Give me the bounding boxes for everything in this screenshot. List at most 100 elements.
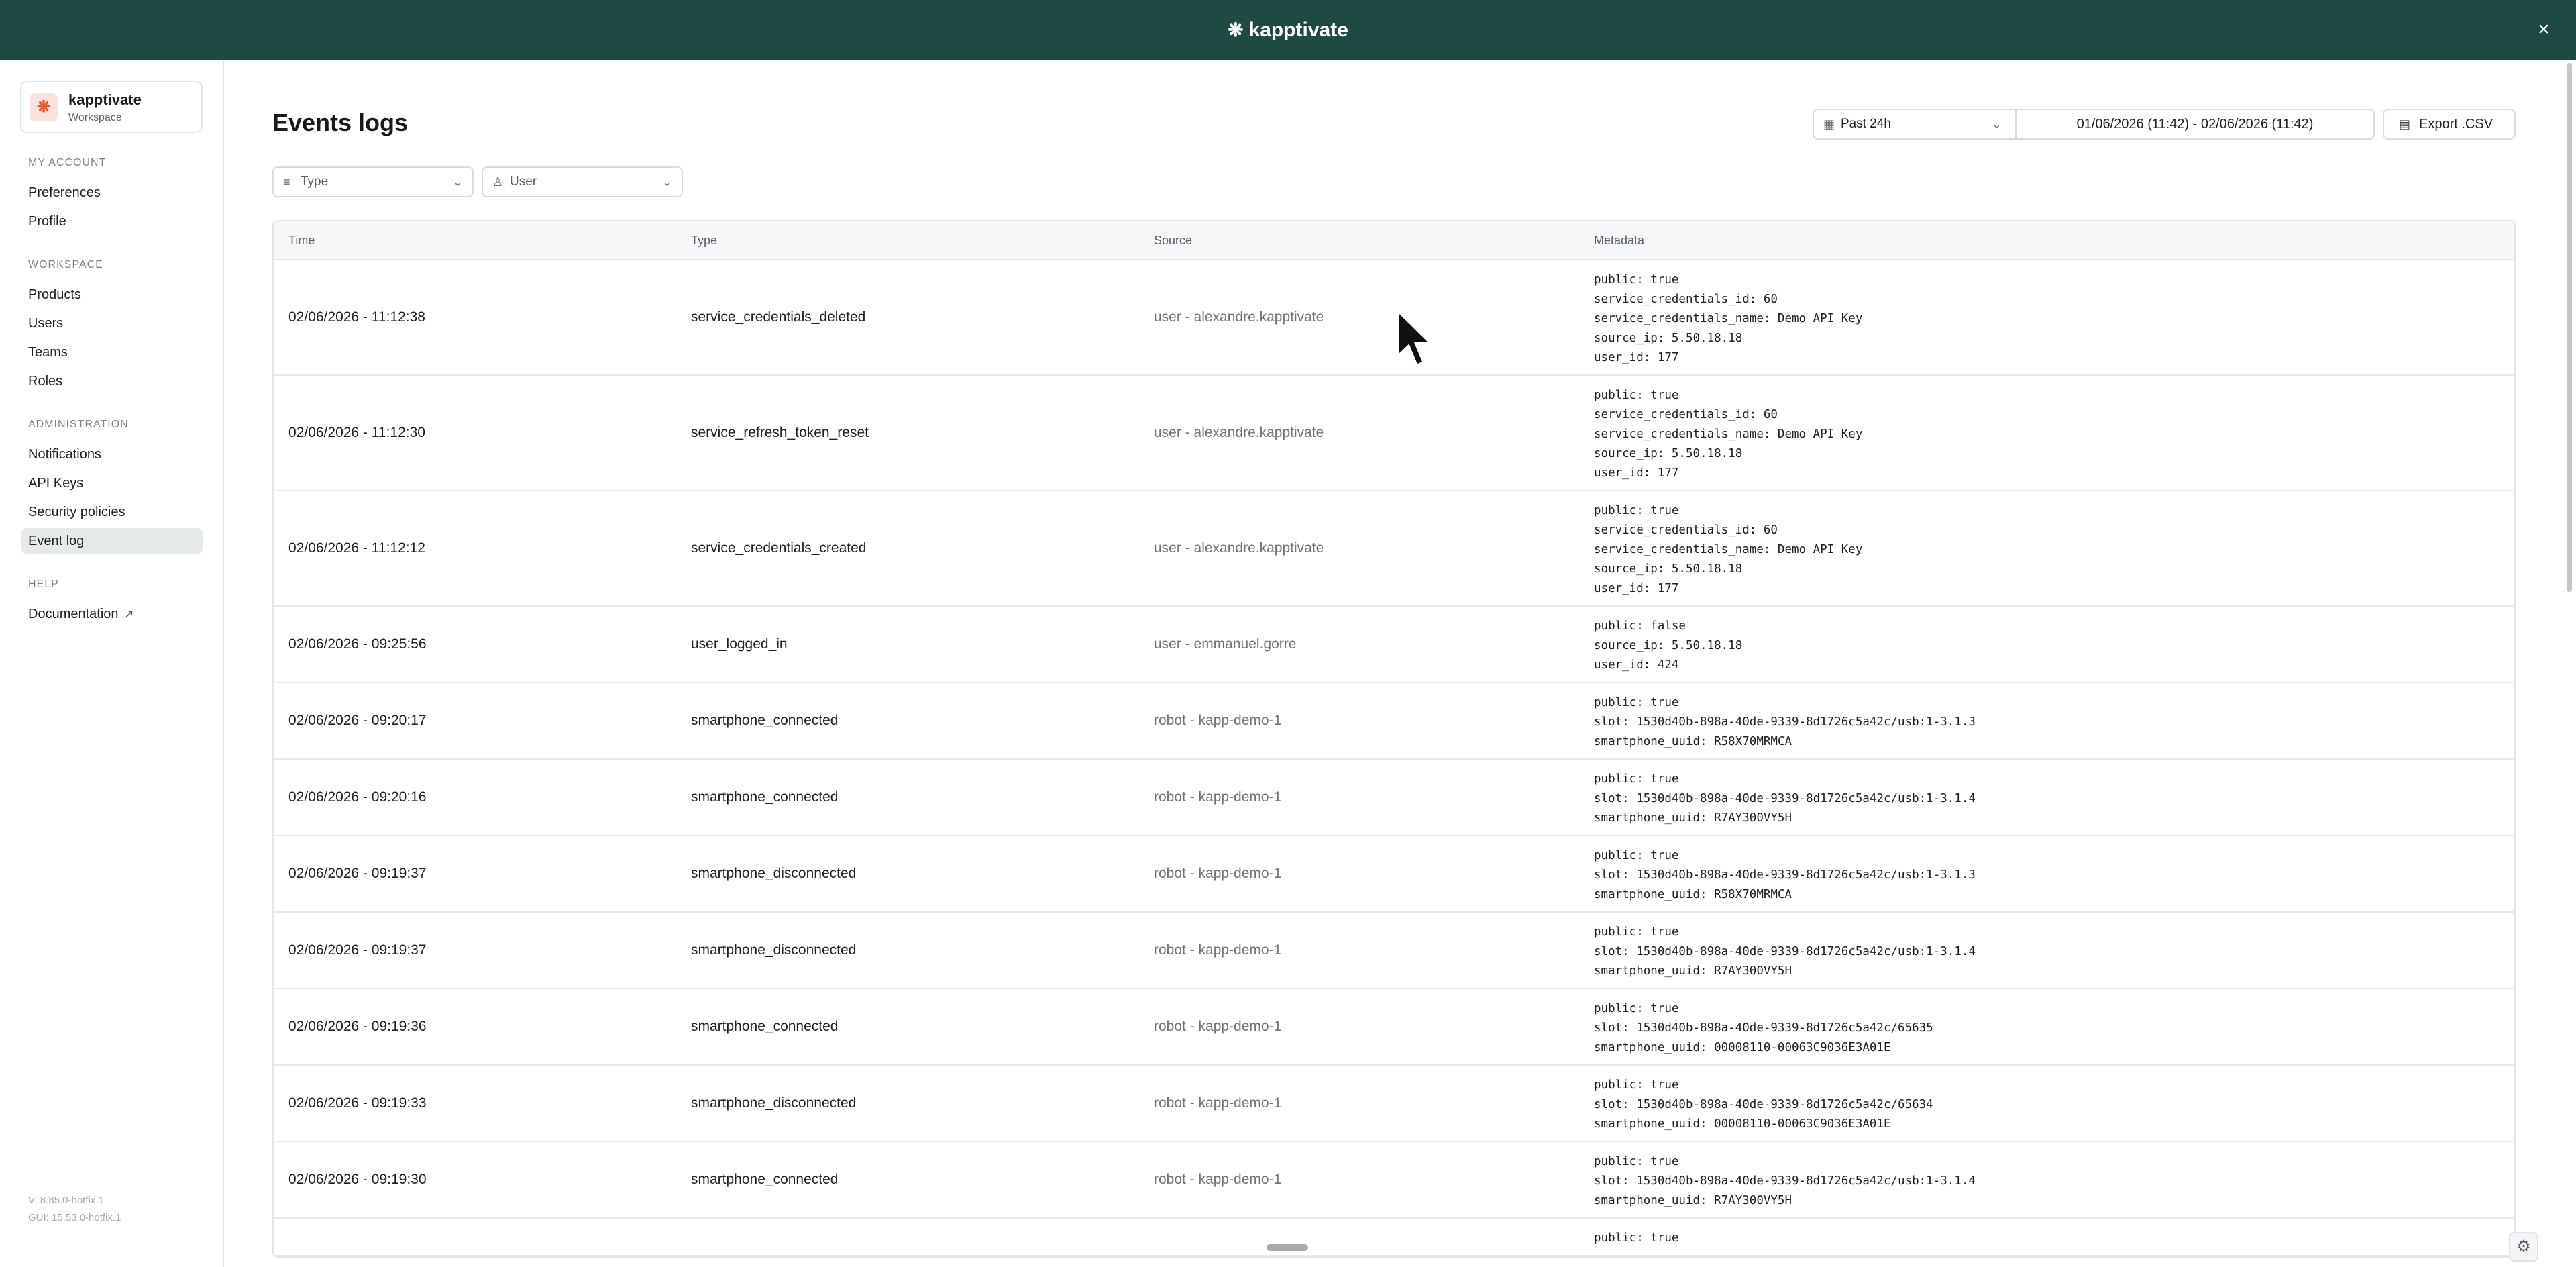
metadata-line: service_credentials_name: Demo API Key [1594, 312, 1863, 325]
range-preset-select[interactable]: ▦ Past 24h ⌄ [1813, 109, 2015, 140]
user-filter[interactable]: ♙ User ⌄ [482, 166, 683, 197]
column-header-type[interactable]: Type [691, 221, 717, 259]
table-body: 02/06/2026 - 11:12:38 service_credentials… [274, 260, 2514, 1256]
export-csv-button[interactable]: ▤ Export .CSV [2383, 109, 2516, 140]
sidebar-item-teams[interactable]: Teams [21, 340, 203, 365]
metadata-line: slot: 1530d40b-898a-40de-9339-8d1726c5a4… [1594, 1098, 1933, 1111]
table-row[interactable]: 02/06/2026 - 09:25:56 user_logged_in user … [274, 607, 2514, 683]
page-title: Events logs [272, 109, 409, 136]
table-row[interactable]: 02/06/2026 - 09:19:37 smartphone_disconne… [274, 913, 2514, 989]
event-source: robot - kapp-demo-1 [1154, 713, 1282, 728]
event-time: 02/06/2026 - 09:19:37 [288, 866, 427, 881]
event-time: 02/06/2026 - 11:12:12 [288, 540, 425, 556]
event-time: 02/06/2026 - 11:12:30 [288, 425, 425, 440]
filter-icon: ≡ [283, 175, 290, 189]
type-filter[interactable]: ≡ Type ⌄ [272, 166, 474, 197]
event-type: user_logged_in [691, 636, 788, 652]
metadata-line: public: true [1594, 849, 1679, 862]
event-time: 02/06/2026 - 09:19:36 [288, 1019, 427, 1034]
event-type: smartphone_connected [691, 713, 839, 728]
metadata-line: source_ip: 5.50.18.18 [1594, 562, 1743, 576]
top-bar: ❋ kapptivate × [0, 0, 2576, 60]
event-time: 02/06/2026 - 11:12:38 [288, 309, 425, 325]
metadata-line: service_credentials_name: Demo API Key [1594, 427, 1863, 441]
type-filter-placeholder: Type [301, 174, 329, 189]
file-icon: ▤ [2399, 117, 2411, 131]
column-header-time[interactable]: Time [288, 221, 315, 259]
user-icon: ♙ [492, 175, 504, 189]
column-header-metadata[interactable]: Metadata [1594, 221, 1644, 259]
event-type: smartphone_connected [691, 1172, 839, 1187]
table-row[interactable]: 02/06/2026 - 09:19:30 smartphone_connecte… [274, 1142, 2514, 1219]
close-icon: × [2538, 18, 2550, 40]
section-workspace: WORKSPACE [28, 259, 103, 270]
metadata-line: smartphone_uuid: R58X70MRMCA [1594, 735, 1792, 748]
table-row[interactable]: 02/06/2026 - 09:19:36 smartphone_connecte… [274, 989, 2514, 1066]
metadata-line: source_ip: 5.50.18.18 [1594, 332, 1743, 345]
settings-button[interactable]: ⚙ [2509, 1232, 2538, 1262]
event-type: smartphone_disconnected [691, 1095, 857, 1111]
metadata-line: slot: 1530d40b-898a-40de-9339-8d1726c5a4… [1594, 792, 1976, 805]
event-metadata: public: true slot: 1530d40b-898a-40de-933… [1594, 836, 2514, 911]
sidebar-item-notifications[interactable]: Notifications [21, 442, 203, 467]
sidebar-item-roles[interactable]: Roles [21, 368, 203, 394]
event-type: smartphone_connected [691, 1019, 839, 1034]
table-row[interactable]: 02/06/2026 - 11:12:30 service_refresh_tok… [274, 376, 2514, 491]
metadata-line: public: true [1594, 925, 1679, 939]
event-source: robot - kapp-demo-1 [1154, 1172, 1282, 1187]
metadata-line: service_credentials_id: 60 [1594, 523, 1778, 537]
metadata-line: slot: 1530d40b-898a-40de-9339-8d1726c5a4… [1594, 1174, 1976, 1188]
table-row[interactable]: 02/06/2026 - 09:20:16 smartphone_connecte… [274, 760, 2514, 836]
metadata-line: smartphone_uuid: R7AY300VY5H [1594, 964, 1792, 978]
event-metadata: public: true [1594, 1219, 2514, 1255]
sidebar-item-api-keys[interactable]: API Keys [21, 470, 203, 496]
vertical-scrollbar[interactable] [2567, 63, 2572, 592]
table-row[interactable]: 02/06/2026 - 09:19:37 smartphone_disconne… [274, 836, 2514, 913]
event-type: service_credentials_created [691, 540, 867, 556]
event-source: robot - kapp-demo-1 [1154, 942, 1282, 958]
metadata-line: public: false [1594, 619, 1686, 633]
table-row[interactable]: public: true [274, 1219, 2514, 1256]
event-source: robot - kapp-demo-1 [1154, 789, 1282, 805]
close-button[interactable]: × [2530, 16, 2557, 43]
metadata-line: smartphone_uuid: R58X70MRMCA [1594, 888, 1792, 901]
metadata-line: public: true [1594, 1155, 1679, 1168]
external-link-icon: ↗ [123, 607, 134, 621]
sidebar-item-profile[interactable]: Profile [21, 209, 203, 234]
event-metadata: public: true slot: 1530d40b-898a-40de-933… [1594, 1066, 2514, 1141]
sidebar: ❋ kapptivate Workspace MY ACCOUNT Prefer… [0, 60, 224, 1267]
table-row[interactable]: 02/06/2026 - 11:12:12 service_credentials… [274, 491, 2514, 607]
table-row[interactable]: 02/06/2026 - 11:12:38 service_credentials… [274, 260, 2514, 376]
event-source: user - alexandre.kapptivate [1154, 309, 1324, 325]
event-source: user - emmanuel.gorre [1154, 636, 1297, 652]
metadata-line: user_id: 424 [1594, 658, 1679, 672]
section-help: HELP [28, 578, 59, 590]
event-source: robot - kapp-demo-1 [1154, 866, 1282, 881]
chevron-down-icon: ⌄ [1991, 117, 2002, 131]
metadata-line: public: true [1594, 772, 1679, 786]
metadata-line: smartphone_uuid: 00008110-00063C9036E3A0… [1594, 1117, 1891, 1131]
workspace-switcher[interactable]: ❋ kapptivate Workspace [20, 81, 203, 133]
chevron-down-icon: ⌄ [452, 175, 463, 189]
sidebar-item-users[interactable]: Users [21, 311, 203, 336]
sidebar-item-preferences[interactable]: Preferences [21, 180, 203, 205]
table-row[interactable]: 02/06/2026 - 09:19:33 smartphone_disconne… [274, 1066, 2514, 1142]
sidebar-item-documentation[interactable]: Documentation ↗ [21, 601, 203, 627]
event-time: 02/06/2026 - 09:19:33 [288, 1095, 427, 1111]
sidebar-item-security-policies[interactable]: Security policies [21, 499, 203, 525]
metadata-line: public: true [1594, 273, 1679, 287]
brand-name: kapptivate [1248, 19, 1348, 41]
bottom-drag-handle[interactable] [1267, 1244, 1308, 1251]
sidebar-item-event-log[interactable]: Event log [21, 528, 203, 554]
event-type: smartphone_connected [691, 789, 839, 805]
metadata-line: public: true [1594, 1078, 1679, 1092]
metadata-line: user_id: 177 [1594, 582, 1679, 595]
date-range-picker[interactable]: 01/06/2026 (11:42) - 02/06/2026 (11:42) [2015, 109, 2375, 140]
chevron-down-icon: ⌄ [661, 175, 672, 189]
table-row[interactable]: 02/06/2026 - 09:20:17 smartphone_connecte… [274, 683, 2514, 760]
metadata-line: user_id: 177 [1594, 351, 1679, 364]
column-header-source[interactable]: Source [1154, 221, 1192, 259]
metadata-line: slot: 1530d40b-898a-40de-9339-8d1726c5a4… [1594, 715, 1976, 729]
event-source: user - alexandre.kapptivate [1154, 540, 1324, 556]
sidebar-item-products[interactable]: Products [21, 282, 203, 307]
